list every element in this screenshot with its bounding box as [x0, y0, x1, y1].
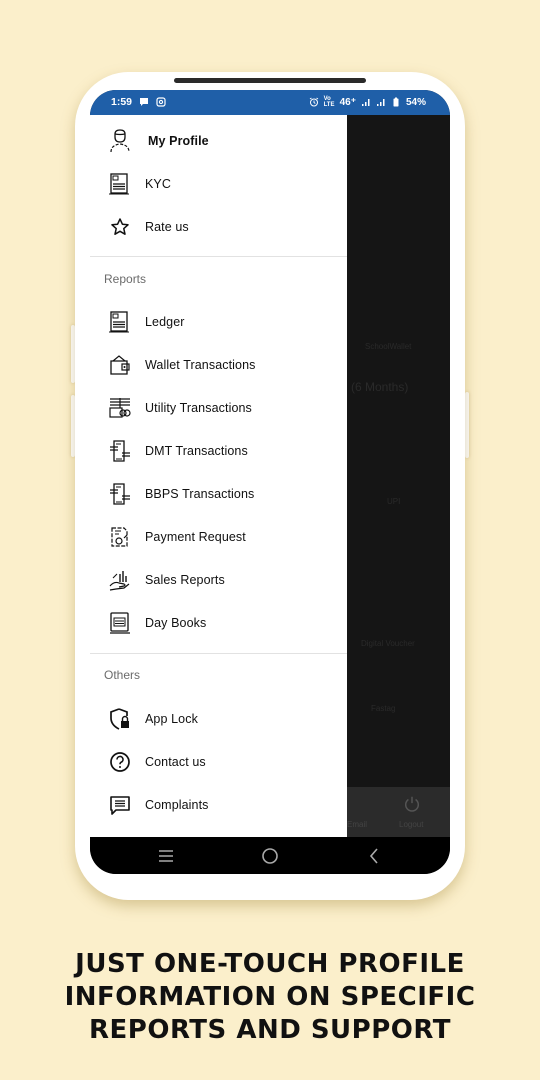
home-button[interactable] — [259, 845, 281, 867]
drawer-item-label: Contact us — [145, 755, 206, 769]
logout-icon — [404, 796, 420, 812]
sales-report-icon — [108, 568, 132, 592]
drawer-item-label: Complaints — [145, 798, 209, 812]
day-book-icon — [108, 611, 132, 635]
payment-request-icon — [108, 525, 132, 549]
system-nav-bar — [90, 837, 450, 874]
drawer-item-day-books[interactable]: Day Books — [90, 603, 347, 643]
caption-line-1: JUST ONE-TOUCH PROFILE — [75, 949, 465, 979]
divider — [90, 256, 347, 257]
bbps-icon — [108, 482, 132, 506]
section-header-others: Others — [104, 668, 141, 682]
drawer-item-label: Ledger — [145, 315, 185, 329]
network-type: 46⁺ — [339, 96, 356, 108]
drawer-item-rate-us[interactable]: Rate us — [90, 207, 347, 247]
phone-speaker — [174, 78, 366, 83]
drawer-item-dmt-transactions[interactable]: DMT Transactions — [90, 431, 347, 471]
bg-upi-label: UPI — [387, 497, 401, 506]
drawer-item-label: Rate us — [145, 220, 189, 234]
drawer-item-app-lock[interactable]: App Lock — [90, 699, 347, 739]
ledger-icon — [108, 310, 132, 334]
bg-fastag-label: Fastag — [371, 704, 396, 713]
user-profile-icon — [108, 129, 132, 153]
chevron-left-icon — [369, 848, 378, 864]
alarm-icon — [309, 97, 318, 107]
bg-email-label: Email — [347, 820, 368, 829]
battery-percent: 54% — [405, 96, 426, 108]
bg-bottom-bar: Email Logout — [347, 787, 450, 837]
clock: 1:59 — [111, 96, 133, 108]
drawer-item-utility-transactions[interactable]: Utility Transactions — [90, 388, 347, 428]
drawer-item-label: BBPS Transactions — [145, 487, 255, 501]
drawer-item-label: My Profile — [148, 134, 209, 148]
drawer-item-label: Wallet Transactions — [145, 358, 256, 372]
bg-months-text: (6 Months) — [351, 380, 409, 394]
drawer-item-payment-request[interactable]: Payment Request — [90, 517, 347, 557]
home-circle-icon — [262, 848, 278, 864]
drawer-item-label: Payment Request — [145, 530, 246, 544]
drawer-item-label: DMT Transactions — [145, 444, 248, 458]
caption-line-2: INFORMATION ON SPECIFIC — [64, 982, 476, 1012]
menu-lines-icon — [159, 850, 173, 862]
background-app-dimmed: SchoolWallet (6 Months) UPI Digital Vouc… — [347, 115, 450, 837]
drawer-item-my-profile[interactable]: My Profile — [90, 121, 347, 161]
chat-icon — [108, 793, 132, 817]
wallet-icon — [108, 353, 132, 377]
bg-digital-voucher-label: Digital Voucher — [361, 639, 415, 648]
drawer-item-sales-reports[interactable]: Sales Reports — [90, 560, 347, 600]
battery-icon — [393, 97, 399, 107]
drawer-item-contact-us[interactable]: Contact us — [90, 742, 347, 782]
volte-indicator: Vo LTE — [323, 96, 335, 108]
dmt-icon — [108, 439, 132, 463]
divider — [90, 653, 347, 654]
drawer-item-ledger[interactable]: Ledger — [90, 302, 347, 342]
drawer-item-wallet-transactions[interactable]: Wallet Transactions — [90, 345, 347, 385]
phone-screen: 1:59 Vo LTE 46⁺ 54% SchoolWallet (6 Mont… — [90, 90, 450, 874]
shield-lock-icon — [108, 707, 132, 731]
drawer-item-label: App Lock — [145, 712, 198, 726]
drawer-item-complaints[interactable]: Complaints — [90, 785, 347, 825]
signal-icon-1 — [361, 99, 370, 106]
screenshot-icon — [156, 97, 166, 107]
back-button[interactable] — [363, 845, 385, 867]
star-icon — [108, 215, 132, 239]
recent-apps-button[interactable] — [155, 845, 177, 867]
promo-caption: JUST ONE-TOUCH PROFILE INFORMATION ON SP… — [0, 948, 540, 1047]
caption-line-3: REPORTS AND SUPPORT — [89, 1015, 451, 1045]
bg-logout-label: Logout — [399, 820, 424, 829]
bg-brand: SchoolWallet — [365, 342, 412, 351]
utility-icon — [108, 396, 132, 420]
drawer-item-label: Sales Reports — [145, 573, 225, 587]
section-header-reports: Reports — [104, 272, 147, 286]
drawer-item-bbps-transactions[interactable]: BBPS Transactions — [90, 474, 347, 514]
document-icon — [108, 172, 132, 196]
drawer-item-kyc[interactable]: KYC — [90, 164, 347, 204]
navigation-drawer: My Profile KYC Rate us Reports Ledger Wa… — [90, 115, 347, 837]
signal-icon-2 — [376, 99, 385, 106]
message-icon — [140, 98, 149, 106]
phone-side-button-right — [465, 392, 469, 458]
drawer-item-label: Day Books — [145, 616, 207, 630]
drawer-item-label: Utility Transactions — [145, 401, 252, 415]
drawer-item-label: KYC — [145, 177, 172, 191]
status-bar: 1:59 Vo LTE 46⁺ 54% — [90, 90, 450, 115]
help-circle-icon — [108, 750, 132, 774]
